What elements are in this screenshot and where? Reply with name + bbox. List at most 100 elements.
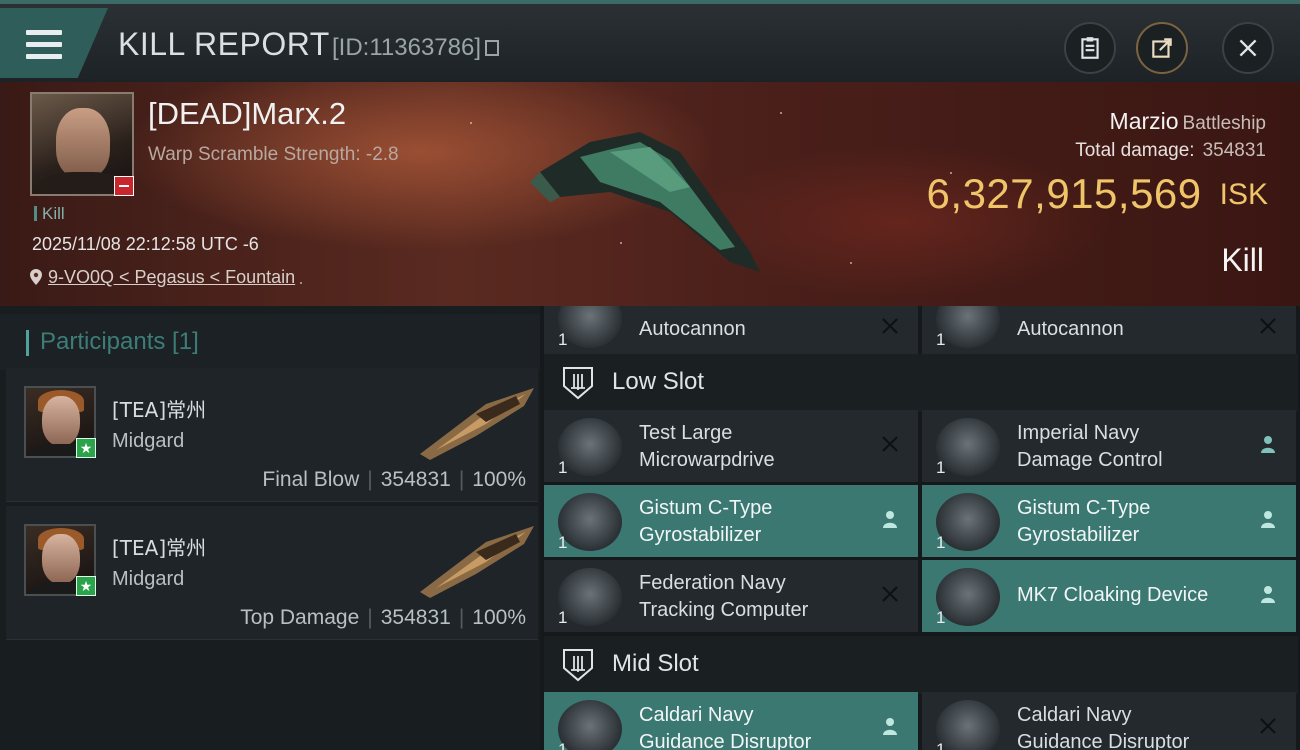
participant-percent: 100%: [472, 606, 526, 629]
module-item[interactable]: 1 Autocannon: [544, 306, 918, 354]
dropped-person-icon: [1258, 584, 1278, 604]
gyrostabilizer-icon: [936, 493, 1000, 551]
participant-name[interactable]: [TEA]常州: [112, 532, 206, 561]
module-qty: 1: [558, 608, 568, 627]
participant-damage: 354831: [380, 468, 451, 491]
participant-percent: 100%: [472, 468, 526, 491]
module-item[interactable]: 1 Test Large Microwarpdrive: [544, 410, 918, 482]
copy-icon[interactable]: [485, 40, 500, 56]
module-item[interactable]: 1 Gistum C-Type Gyrostabilizer: [922, 485, 1296, 557]
share-icon: [1152, 38, 1172, 58]
module-name: Gistum C-Type Gyrostabilizer: [639, 497, 773, 546]
participants-title: Participants [1]: [40, 328, 199, 355]
total-damage-value: 354831: [1202, 140, 1266, 161]
hamburger-icon: [26, 30, 62, 66]
autocannon-icon: [936, 306, 1000, 348]
warp-scramble-strength: Warp Scramble Strength: -2.8: [148, 144, 399, 165]
title-bar: KILL REPORT [ID:11363786]: [0, 0, 1300, 82]
destroyed-x-icon: [1258, 316, 1278, 336]
kill-location[interactable]: 9-VO0Q < Pegasus < Fountain: [30, 267, 295, 288]
low-slot-icon: [563, 367, 593, 400]
close-button[interactable]: [1222, 22, 1274, 74]
location-pin-icon: [30, 269, 42, 285]
star-icon: ★: [76, 438, 96, 458]
victim-ship: Marzio Battleship: [1110, 108, 1266, 135]
module-qty: 1: [936, 458, 946, 477]
participant-row[interactable]: ★ [TEA]常州 Midgard Final Blow | 354831 | 100%: [6, 368, 538, 502]
module-name: MK7 Cloaking Device: [1017, 584, 1209, 606]
destroyed-x-icon: [880, 434, 900, 454]
participant-role: Final Blow: [262, 468, 360, 491]
page-title: KILL REPORT: [118, 26, 330, 62]
participant-row[interactable]: ★ [TEA]常州 Midgard Top Damage | 354831 | 100%: [6, 506, 538, 640]
module-qty: 1: [936, 533, 946, 552]
cloaking-device-icon: [936, 568, 1000, 626]
module-qty: 1: [936, 608, 946, 627]
participant-damage: 354831: [380, 606, 451, 629]
module-item[interactable]: 1 Caldari Navy Guidance Disruptor: [922, 692, 1296, 750]
participants-panel: Participants [1] ★ [TEA]常州 Midgard Final…: [0, 306, 540, 750]
module-name: Imperial Navy Damage Control: [1017, 422, 1163, 471]
participant-role: Top Damage: [240, 606, 360, 629]
kill-tag: Kill: [34, 204, 65, 224]
module-item[interactable]: 1 MK7 Cloaking Device: [922, 560, 1296, 632]
module-qty: 1: [558, 740, 568, 750]
destroyed-x-icon: [880, 584, 900, 604]
victim-banner: [DEAD]Marx.2 Warp Scramble Strength: -2.…: [0, 82, 1300, 306]
low-slot-header: Low Slot: [544, 354, 1298, 412]
ship-image[interactable]: [520, 102, 780, 282]
module-name: Caldari Navy Guidance Disruptor: [639, 704, 812, 750]
participant-stats: Final Blow | 354831 | 100%: [262, 468, 526, 491]
participant-stats: Top Damage | 354831 | 100%: [240, 606, 526, 629]
clipboard-button[interactable]: [1064, 22, 1116, 74]
gyrostabilizer-icon: [558, 493, 622, 551]
low-slot-title: Low Slot: [612, 368, 705, 395]
module-item[interactable]: 1 Gistum C-Type Gyrostabilizer: [544, 485, 918, 557]
dropped-person-icon: [880, 716, 900, 736]
damage-control-icon: [936, 418, 1000, 476]
isk-amount: 6,327,915,569: [926, 170, 1202, 217]
module-item[interactable]: 1 Autocannon: [922, 306, 1296, 354]
participant-ship-image: [420, 388, 534, 460]
module-qty: 1: [558, 458, 568, 477]
guidance-disruptor-icon: [936, 700, 1000, 750]
star-icon: ★: [76, 576, 96, 596]
participant-name[interactable]: [TEA]常州: [112, 394, 206, 423]
total-damage-label: Total damage:: [1075, 140, 1195, 161]
module-qty: 1: [936, 330, 946, 349]
menu-button[interactable]: [0, 8, 108, 78]
fitting-panel[interactable]: 1 Autocannon 1 Autocannon Low Slot 1 Tes…: [540, 306, 1300, 750]
dropped-person-icon: [1258, 509, 1278, 529]
module-item[interactable]: 1 Caldari Navy Guidance Disruptor: [544, 692, 918, 750]
module-qty: 1: [936, 740, 946, 750]
kill-datetime: 2025/11/08 22:12:58 UTC -6: [32, 234, 259, 254]
module-name: Autocannon: [639, 318, 746, 340]
negative-standing-icon: [114, 176, 134, 196]
module-name: Gistum C-Type Gyrostabilizer: [1017, 497, 1151, 546]
module-item[interactable]: 1 Federation Navy Tracking Computer: [544, 560, 918, 632]
tracking-computer-icon: [558, 568, 622, 626]
total-damage: Total damage: 354831: [1075, 140, 1266, 162]
mid-slot-icon: [563, 649, 593, 682]
autocannon-icon: [558, 306, 622, 348]
participant-ship: Midgard: [112, 568, 185, 590]
mid-slot-title: Mid Slot: [612, 650, 699, 677]
module-item[interactable]: 1 Imperial Navy Damage Control: [922, 410, 1296, 482]
isk-unit: ISK: [1219, 178, 1268, 211]
microwarpdrive-icon: [558, 418, 622, 476]
location-link[interactable]: 9-VO0Q < Pegasus < Fountain: [48, 267, 295, 287]
result-label: Kill: [1221, 242, 1264, 278]
ship-class: Battleship: [1182, 113, 1266, 134]
dropped-person-icon: [1258, 434, 1278, 454]
ship-name[interactable]: Marzio: [1110, 108, 1179, 134]
module-name: Caldari Navy Guidance Disruptor: [1017, 704, 1190, 750]
isk-value: 6,327,915,569 ISK: [927, 170, 1268, 218]
module-qty: 1: [558, 533, 568, 552]
victim-name[interactable]: [DEAD]Marx.2: [148, 96, 346, 132]
participant-ship: Midgard: [112, 430, 185, 452]
clipboard-icon: [1081, 37, 1099, 59]
module-qty: 1: [558, 330, 568, 349]
report-id-text: [ID:11363786]: [332, 34, 482, 61]
share-button[interactable]: [1136, 22, 1188, 74]
module-name: Federation Navy Tracking Computer: [639, 572, 809, 621]
